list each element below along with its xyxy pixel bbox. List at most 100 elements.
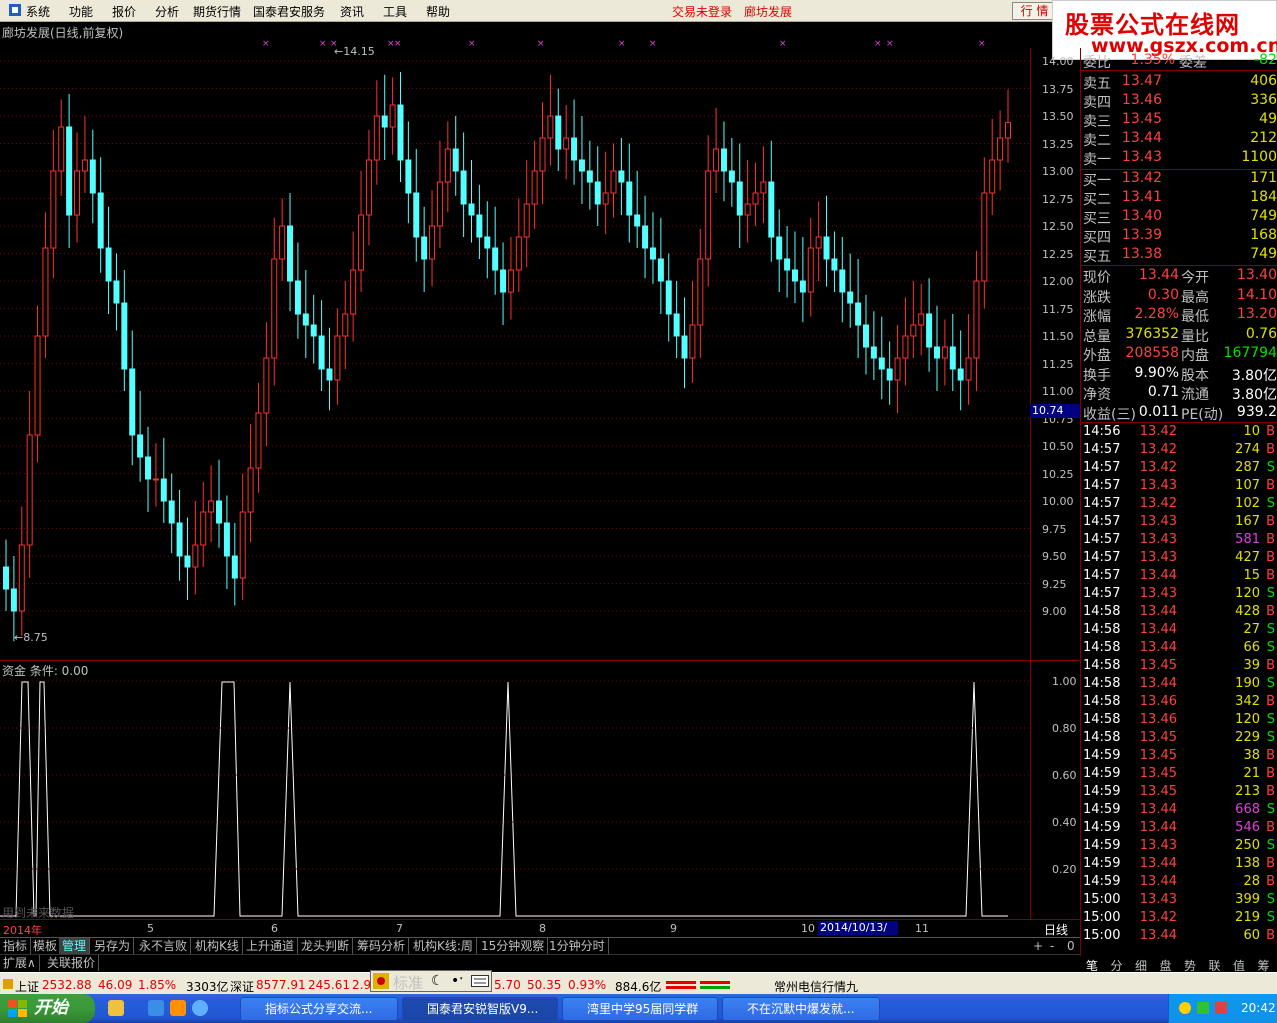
candle-body[interactable] xyxy=(649,247,656,260)
candle-body[interactable] xyxy=(918,313,925,326)
candle-body[interactable] xyxy=(799,280,806,293)
tray-icon-2[interactable] xyxy=(1197,1002,1209,1014)
candle-body[interactable] xyxy=(728,170,735,183)
candle-body[interactable] xyxy=(216,500,223,524)
ie-icon[interactable] xyxy=(148,1000,164,1016)
candle-body[interactable] xyxy=(326,368,333,381)
candle-body[interactable] xyxy=(847,291,854,304)
candle-body[interactable] xyxy=(34,335,41,436)
punctuation-icon[interactable]: •ˑ xyxy=(451,973,464,989)
candle-body[interactable] xyxy=(736,181,743,216)
tab-institution-kline-week[interactable]: 机构K线:周 xyxy=(410,938,477,954)
indicator-chart[interactable] xyxy=(0,662,1030,919)
zoom-out-button[interactable]: - xyxy=(1047,938,1057,954)
trade-tick-row[interactable]: 14:58 13.46 342 B xyxy=(1083,694,1277,712)
candle-body[interactable] xyxy=(689,324,696,359)
candle-body[interactable] xyxy=(476,214,483,238)
trade-tick-row[interactable]: 14:58 13.46 120 S xyxy=(1083,712,1277,730)
trade-tick-row[interactable]: 14:59 13.43 250 S xyxy=(1083,838,1277,856)
trade-tick-row[interactable]: 14:59 13.44 668 S xyxy=(1083,802,1277,820)
buy-level-row[interactable]: 买二 13.41 184 xyxy=(1083,189,1277,208)
zoom-in-button[interactable]: + xyxy=(1030,938,1046,954)
menu-item-function[interactable]: 功能 xyxy=(69,3,93,20)
candle-body[interactable] xyxy=(563,137,570,150)
buy-level-row[interactable]: 买一 13.42 171 xyxy=(1083,170,1277,189)
candle-body[interactable] xyxy=(137,434,144,458)
candle-body[interactable] xyxy=(18,544,25,612)
candle-body[interactable] xyxy=(933,346,940,359)
candle-body[interactable] xyxy=(791,269,798,282)
expand-button[interactable]: 扩展∧ xyxy=(0,955,40,971)
trade-tick-row[interactable]: 14:57 13.43 427 B xyxy=(1083,550,1277,568)
candle-body[interactable] xyxy=(776,236,783,260)
candle-body[interactable] xyxy=(405,159,412,194)
candle-body[interactable] xyxy=(1005,122,1011,139)
candle-body[interactable] xyxy=(571,137,578,161)
candle-body[interactable] xyxy=(713,148,720,172)
candle-body[interactable] xyxy=(208,500,215,513)
trade-tick-row[interactable]: 14:57 13.43 581 B xyxy=(1083,532,1277,550)
candle-body[interactable] xyxy=(831,258,838,271)
candle-body[interactable] xyxy=(681,335,688,359)
candle-body[interactable] xyxy=(247,467,254,513)
task-classmates-group[interactable]: 湾里中学95届同学群 xyxy=(562,997,718,1021)
trade-tick-row[interactable]: 15:00 13.42 219 S xyxy=(1083,910,1277,928)
candle-body[interactable] xyxy=(744,203,751,216)
candle-body[interactable] xyxy=(350,269,357,315)
candle-body[interactable] xyxy=(334,335,341,381)
candle-body[interactable] xyxy=(839,269,846,293)
menu-item-quote[interactable]: 报价 xyxy=(112,3,136,20)
candle-body[interactable] xyxy=(634,214,641,227)
candle-body[interactable] xyxy=(113,280,120,304)
candle-body[interactable] xyxy=(58,126,65,172)
candle-body[interactable] xyxy=(594,181,601,205)
trade-tick-row[interactable]: 14:59 13.44 546 B xyxy=(1083,820,1277,838)
candle-body[interactable] xyxy=(815,236,822,249)
sell-level-row[interactable]: 卖三 13.45 49 xyxy=(1083,111,1277,130)
candle-body[interactable] xyxy=(89,159,96,194)
trade-tick-row[interactable]: 14:57 13.42 287 S xyxy=(1083,460,1277,478)
candle-body[interactable] xyxy=(657,258,664,282)
candle-body[interactable] xyxy=(26,434,33,546)
candle-body[interactable] xyxy=(760,181,767,194)
candle-body[interactable] xyxy=(168,500,175,524)
candle-body[interactable] xyxy=(941,346,948,359)
trade-tick-row[interactable]: 14:58 13.44 428 B xyxy=(1083,604,1277,622)
candle-body[interactable] xyxy=(294,280,301,315)
candle-body[interactable] xyxy=(413,192,420,238)
candle-body[interactable] xyxy=(547,115,554,139)
sh-index-label[interactable]: 上证 xyxy=(15,978,39,995)
candle-body[interactable] xyxy=(973,280,980,359)
tab-save-as[interactable]: 另存为 xyxy=(91,938,135,954)
candle-body[interactable] xyxy=(279,225,286,260)
candle-body[interactable] xyxy=(152,478,159,481)
candle-body[interactable] xyxy=(492,247,499,271)
candle-body[interactable] xyxy=(500,269,507,293)
candle-body[interactable] xyxy=(421,236,428,260)
tab-leader-judge[interactable]: 龙头判断 xyxy=(298,938,354,954)
candle-body[interactable] xyxy=(673,313,680,337)
candle-body[interactable] xyxy=(784,258,791,271)
candle-body[interactable] xyxy=(957,368,964,381)
trade-tick-row[interactable]: 14:59 13.45 213 B xyxy=(1083,784,1277,802)
tab-15min-watch[interactable]: 15分钟观察 xyxy=(478,938,549,954)
tab-never-give-up[interactable]: 永不言败 xyxy=(136,938,192,954)
menu-item-tools[interactable]: 工具 xyxy=(383,3,407,20)
candle-body[interactable] xyxy=(231,555,238,579)
candle-body[interactable] xyxy=(452,148,459,172)
task-guotai-app[interactable]: 国泰君安锐智版V9... xyxy=(402,997,558,1021)
tab-1min-timeshare[interactable]: 1分钟分时 xyxy=(546,938,609,954)
sell-level-row[interactable]: 卖一 13.43 1100 xyxy=(1083,149,1277,168)
buy-level-row[interactable]: 买四 13.39 168 xyxy=(1083,227,1277,246)
ime-toolbar[interactable]: 标准 ☾ •ˑ xyxy=(370,970,492,992)
trade-tick-row[interactable]: 15:00 13.44 60 B xyxy=(1083,928,1277,946)
quote-button[interactable]: 行 情 xyxy=(1012,2,1057,20)
candle-body[interactable] xyxy=(468,203,475,216)
candle-body[interactable] xyxy=(50,170,57,249)
candle-body[interactable] xyxy=(862,324,869,348)
candle-body[interactable] xyxy=(515,236,522,271)
period-label[interactable]: 日线 xyxy=(1044,921,1068,938)
trade-tick-row[interactable]: 14:58 13.45 229 S xyxy=(1083,730,1277,748)
trade-tick-row[interactable]: 14:57 13.42 274 B xyxy=(1083,442,1277,460)
candle-body[interactable] xyxy=(3,566,9,590)
